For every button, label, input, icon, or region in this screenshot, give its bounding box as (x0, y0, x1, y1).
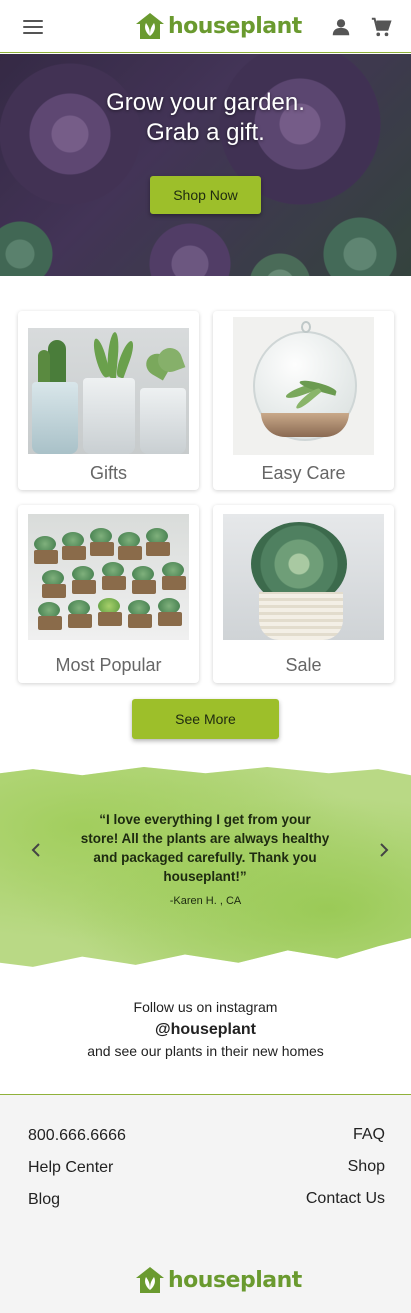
brand-name: houseplant (168, 13, 302, 39)
menu-icon[interactable] (23, 20, 43, 34)
instagram-section: Follow us on instagram @houseplant and s… (0, 998, 411, 1060)
hero-title-line2: Grab a gift. (146, 119, 265, 146)
category-label-easy-care: Easy Care (261, 463, 346, 483)
footer-blog-link[interactable]: Blog (28, 1191, 60, 1209)
category-label-most-popular: Most Popular (55, 655, 162, 675)
footer-shop-link[interactable]: Shop (348, 1158, 385, 1176)
hero-title: Grow your garden. Grab a gift. (0, 88, 411, 148)
see-more-button[interactable]: See More (132, 699, 279, 739)
easy-care-image (233, 317, 374, 455)
cart-icon[interactable] (370, 16, 392, 38)
category-label-sale: Sale (285, 655, 322, 675)
hero-title-line1: Grow your garden. (106, 89, 305, 116)
instagram-follow-text: Follow us on instagram (133, 999, 278, 1015)
gifts-image (28, 328, 189, 454)
testimonial-quote: “I love everything I get from your store… (80, 812, 330, 884)
chevron-left-icon[interactable] (28, 841, 46, 859)
testimonial-section: “I love everything I get from your store… (0, 767, 411, 967)
footer-contact-link[interactable]: Contact Us (306, 1190, 385, 1208)
shop-now-button[interactable]: Shop Now (150, 176, 261, 214)
hero-banner: Grow your garden. Grab a gift. Shop Now (0, 54, 411, 276)
instagram-subtext: and see our plants in their new homes (87, 1043, 324, 1059)
house-leaf-icon (136, 13, 164, 39)
category-card-most-popular[interactable]: Most Popular (18, 505, 199, 683)
category-card-easy-care[interactable]: Easy Care (213, 311, 394, 490)
footer-phone-link[interactable]: 800.666.6666 (28, 1127, 126, 1145)
house-leaf-icon (136, 1267, 164, 1293)
footer-brand-name: houseplant (168, 1267, 302, 1293)
category-card-gifts[interactable]: Gifts (18, 311, 199, 490)
instagram-handle-link[interactable]: @houseplant (0, 1018, 411, 1042)
testimonial-author: -Karen H. , CA (169, 895, 242, 907)
brand-logo[interactable]: houseplant (135, 12, 302, 40)
sale-image (223, 514, 384, 640)
footer-help-center-link[interactable]: Help Center (28, 1159, 113, 1177)
footer-faq-link[interactable]: FAQ (353, 1126, 385, 1144)
most-popular-image (28, 514, 189, 640)
user-icon[interactable] (330, 16, 352, 38)
header: houseplant (0, 0, 411, 53)
footer-brand-logo[interactable]: houseplant (135, 1266, 302, 1294)
category-card-sale[interactable]: Sale (213, 505, 394, 683)
category-label-gifts: Gifts (89, 463, 127, 483)
chevron-right-icon[interactable] (374, 841, 392, 859)
